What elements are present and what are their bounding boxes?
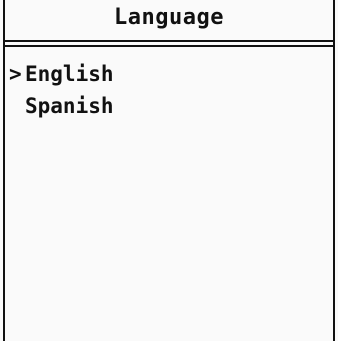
menu-item-english[interactable]: > English — [9, 58, 114, 90]
title-divider-bottom — [5, 45, 333, 47]
title-divider-top — [5, 40, 333, 42]
menu-item-label: Spanish — [25, 94, 114, 118]
language-menu: > English > Spanish — [9, 58, 114, 122]
menu-item-spanish[interactable]: > Spanish — [9, 90, 114, 122]
screen-title: Language — [114, 5, 224, 30]
selection-cursor-icon: > — [9, 62, 22, 86]
lcd-screen: Language > English > Spanish — [0, 0, 338, 341]
menu-item-label: English — [25, 62, 114, 86]
screen-right-border — [333, 0, 335, 341]
screen-left-border — [3, 0, 5, 341]
